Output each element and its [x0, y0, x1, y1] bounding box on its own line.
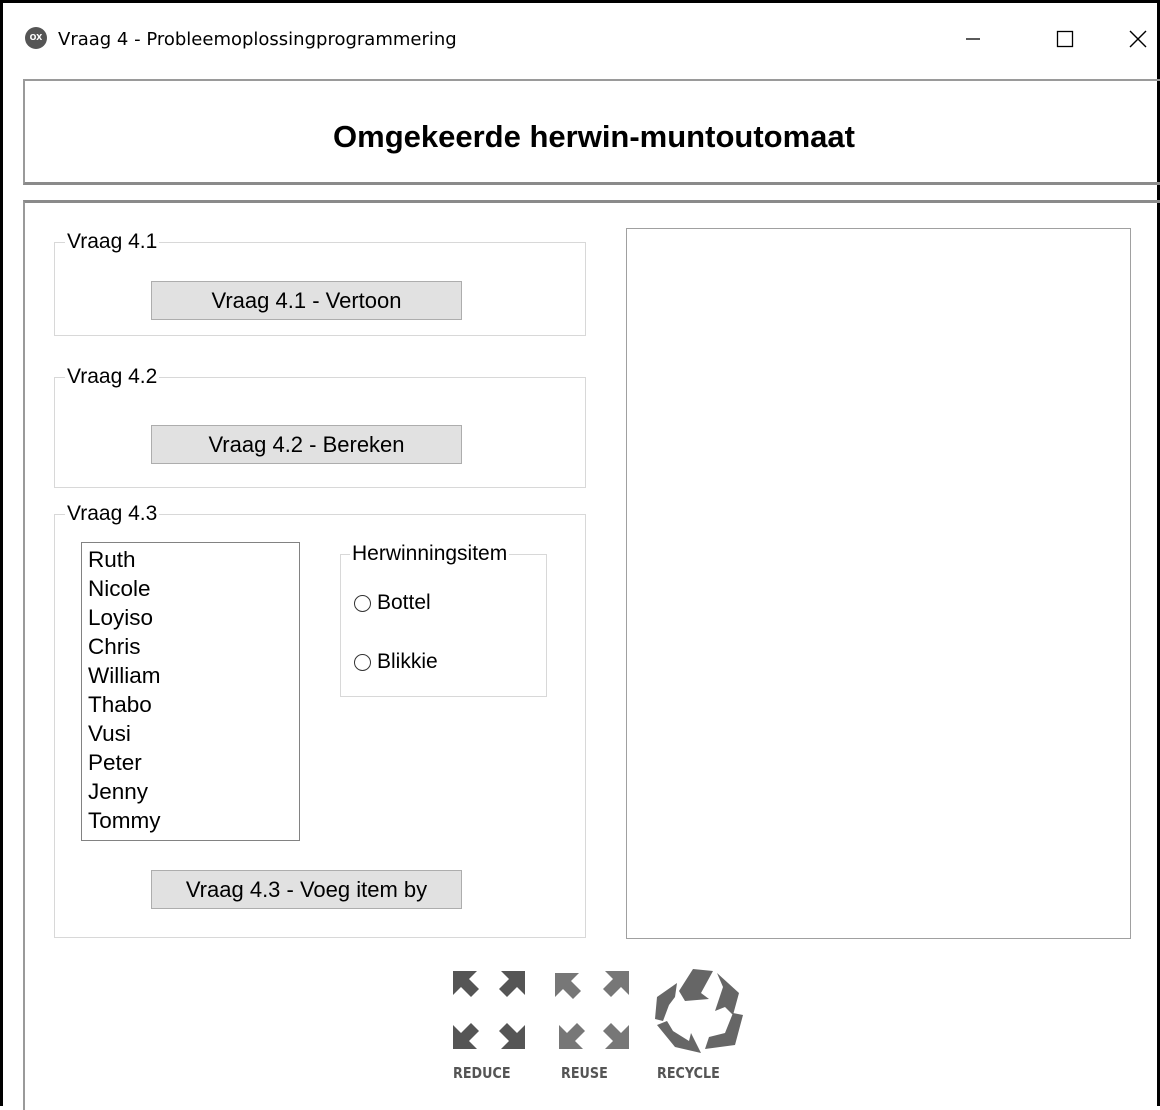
reuse-icon [555, 971, 629, 1049]
maximize-icon [1056, 30, 1074, 48]
recycle-caption: RECYCLE [657, 1064, 720, 1082]
minimize-icon [966, 38, 980, 40]
reuse-caption: REUSE [561, 1064, 608, 1082]
herwinningsitem-legend: Herwinningsitem [352, 542, 508, 565]
reduce-icon [453, 971, 525, 1049]
app-icon: OX [25, 27, 47, 49]
close-icon [1129, 30, 1147, 48]
list-item[interactable]: Jenny [88, 777, 293, 806]
group-vraag-4-2-legend: Vraag 4.2 [67, 365, 158, 388]
list-item[interactable]: Loyiso [88, 603, 293, 632]
radio-bottel[interactable]: Bottel [354, 591, 431, 615]
list-item[interactable]: Nicole [88, 574, 293, 603]
list-item[interactable]: Peter [88, 748, 293, 777]
close-button[interactable] [1116, 17, 1160, 61]
list-item[interactable]: Thabo [88, 690, 293, 719]
list-item[interactable]: Vusi [88, 719, 293, 748]
app-window: OX Vraag 4 - Probleemoplossingprogrammer… [0, 0, 1160, 1110]
group-vraag-4-1-legend: Vraag 4.1 [67, 230, 158, 253]
vraag-4-2-bereken-button[interactable]: Vraag 4.2 - Bereken [151, 425, 462, 464]
radio-circle-icon[interactable] [354, 653, 371, 671]
header-panel: Omgekeerde herwin-muntoutomaat [23, 79, 1160, 185]
recycle-logo-icon [453, 969, 743, 1053]
window-title: Vraag 4 - Probleemoplossingprogrammering [58, 29, 457, 50]
output-memo[interactable] [626, 228, 1131, 939]
radio-bottel-label: Bottel [377, 591, 431, 614]
minimize-button[interactable] [951, 17, 995, 61]
reduce-reuse-recycle-logo: REDUCE REUSE RECYCLE [443, 963, 753, 1088]
reduce-caption: REDUCE [453, 1064, 511, 1082]
radio-blikkie[interactable]: Blikkie [354, 650, 438, 674]
maximize-button[interactable] [1043, 17, 1087, 61]
list-item[interactable]: William [88, 661, 293, 690]
radio-blikkie-label: Blikkie [377, 650, 438, 673]
names-listbox[interactable]: Ruth Nicole Loyiso Chris William Thabo V… [81, 542, 300, 841]
page-title: Omgekeerde herwin-muntoutomaat [333, 119, 855, 154]
list-item[interactable]: Chris [88, 632, 293, 661]
list-item[interactable]: Tommy [88, 806, 293, 835]
title-bar[interactable]: OX Vraag 4 - Probleemoplossingprogrammer… [3, 3, 1160, 75]
group-vraag-4-3-legend: Vraag 4.3 [67, 502, 158, 525]
vraag-4-3-voeg-item-by-button[interactable]: Vraag 4.3 - Voeg item by [151, 870, 462, 909]
recycle-icon [655, 969, 743, 1053]
list-item[interactable]: Ruth [88, 545, 293, 574]
vraag-4-1-vertoon-button[interactable]: Vraag 4.1 - Vertoon [151, 281, 462, 320]
radio-circle-icon[interactable] [354, 594, 371, 612]
